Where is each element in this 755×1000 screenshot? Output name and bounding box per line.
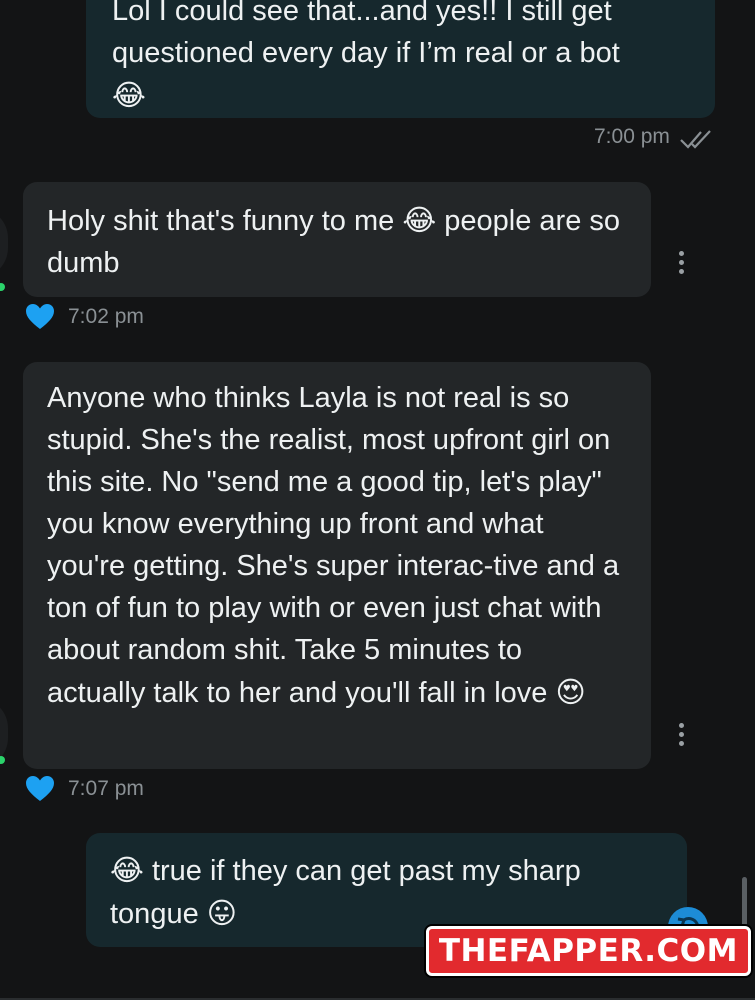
message-time: 7:02 pm [68,305,144,328]
online-indicator [0,283,5,291]
message-time: 7:07 pm [68,777,144,800]
message-time: 7:00 pm [594,125,670,148]
heart-eyes-emoji-icon: 😍 [555,675,586,709]
laughing-emoji-icon: 😂 [402,203,437,237]
tongue-out-emoji-icon: 😛 [206,896,237,930]
online-indicator [0,756,5,764]
message-bubble-outgoing[interactable]: Lol I could see that...and yes!! I still… [86,0,715,118]
message-options-icon[interactable] [679,723,685,750]
message-bubble-incoming[interactable]: Anyone who thinks Layla is not real is s… [23,362,651,769]
message-text: true if they can get past my sharp tongu… [110,855,581,930]
avatar[interactable] [0,208,8,278]
laughing-emoji-icon: 😂 [110,853,144,887]
message-options-icon[interactable] [679,251,685,278]
laughing-emoji-icon: 😂 [112,78,146,112]
watermark-logo: THEFAPPER.COM [425,926,751,976]
heart-reaction-icon[interactable] [25,303,55,330]
message-text: Lol I could see that...and yes!! I still… [112,0,620,69]
heart-reaction-icon[interactable] [25,775,55,802]
message-text: Anyone who thinks Layla is not real is s… [47,382,620,709]
double-check-icon [680,130,711,149]
message-bubble-incoming[interactable]: Holy shit that's funny to me 😂 people ar… [23,182,651,297]
message-text: Holy shit that's funny to me [47,205,395,237]
